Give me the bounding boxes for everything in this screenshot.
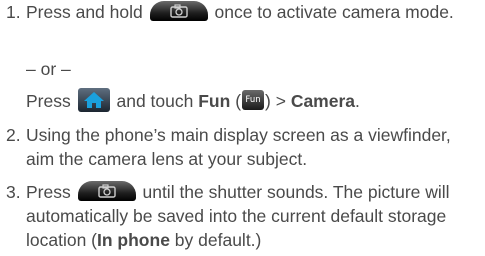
- step-1-alternative: Press and touch Fun (Fun) > Camera.: [26, 88, 360, 114]
- in-phone-label: In phone: [97, 230, 170, 250]
- home-key-icon: [77, 88, 110, 113]
- step-text: Using the phone’s main display screen as…: [26, 125, 451, 169]
- camera-key-icon: [77, 181, 136, 202]
- camera-label: Camera: [290, 91, 356, 111]
- fun-key-icon: Fun: [242, 90, 265, 111]
- step-number: 3.: [6, 182, 21, 202]
- step-text: Press and hold once to activate camera m…: [26, 1, 454, 22]
- camera-key-icon: [149, 1, 208, 22]
- step-number: 2.: [6, 125, 21, 145]
- step-text: Press until the shutter sounds. The pict…: [26, 181, 450, 250]
- instruction-list: 1. Press and hold once to activate camer…: [0, 0, 485, 256]
- fun-label: Fun: [198, 91, 231, 111]
- or-separator: – or –: [26, 59, 71, 79]
- step-number: 1.: [6, 2, 21, 22]
